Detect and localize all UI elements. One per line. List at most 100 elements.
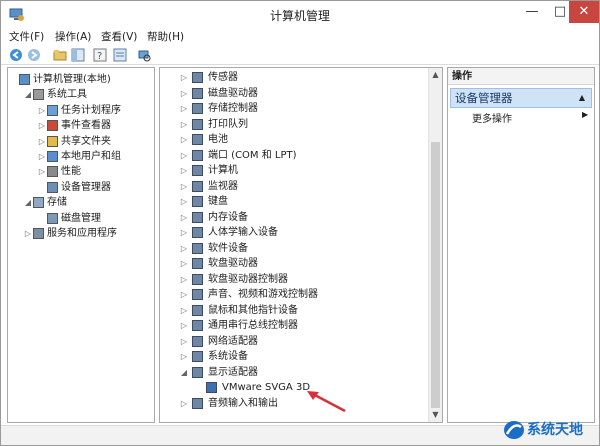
device-category[interactable]: ▷ 电池 [160, 132, 426, 147]
expand-icon[interactable]: ▷ [38, 118, 46, 133]
nav-tree-item[interactable]: ◢ 存储 [8, 195, 154, 210]
expand-icon[interactable]: ▷ [38, 134, 46, 149]
nav-tree-item[interactable]: 磁盘管理 [8, 211, 154, 226]
device-label: 磁盘驱动器 [208, 87, 258, 99]
device-category[interactable]: ▷ 软盘驱动器 [160, 256, 426, 271]
expand-icon[interactable]: ▷ [180, 272, 188, 287]
device-tree: ▲ ▼ ▷ 传感器 ▷ 磁盘驱动器 ▷ 存储控制器 ▷ 打印队列 ▷ 电池 ▷ 端口 (COM 和 L… [159, 67, 443, 423]
device-category[interactable]: ▷ 软件设备 [160, 241, 426, 256]
nav-tree-item-label: 共享文件夹 [61, 135, 111, 147]
usb-icon [192, 320, 203, 331]
menu-action[interactable]: 操作(A) [55, 29, 91, 44]
nav-tree-item[interactable]: ▷ 任务计划程序 [8, 103, 154, 118]
expand-icon[interactable]: ▷ [38, 149, 46, 164]
more-actions[interactable]: 更多操作 [472, 110, 512, 125]
nav-tree-item[interactable]: 设备管理器 [8, 180, 154, 195]
storage-icon [33, 197, 44, 209]
device-category[interactable]: ▷ 存储控制器 [160, 101, 426, 116]
close-button[interactable]: ✕ [569, 1, 599, 23]
menu-file[interactable]: 文件(F) [9, 29, 44, 44]
properties-icon[interactable] [113, 48, 127, 62]
expand-icon[interactable]: ▷ [180, 210, 188, 225]
device-category[interactable]: ▷ 人体学输入设备 [160, 225, 426, 240]
nav-tree-item[interactable]: ▷ 本地用户和组 [8, 149, 154, 164]
scroll-down-icon[interactable]: ▼ [429, 408, 442, 421]
expand-icon[interactable]: ▷ [180, 303, 188, 318]
expand-icon[interactable]: ▷ [180, 70, 188, 85]
expand-icon[interactable]: ▷ [180, 396, 188, 411]
device-label: 音频输入和输出 [208, 397, 278, 409]
expand-icon[interactable]: ▷ [180, 163, 188, 178]
nav-tree-item-label: 事件查看器 [61, 120, 111, 132]
device-category[interactable]: ▷ 磁盘驱动器 [160, 86, 426, 101]
device-category[interactable]: ▷ 计算机 [160, 163, 426, 178]
expand-icon[interactable]: ▷ [38, 103, 46, 118]
scan-hardware-icon[interactable] [137, 48, 151, 62]
menu-help[interactable]: 帮助(H) [147, 29, 184, 44]
expand-icon[interactable]: ▷ [180, 287, 188, 302]
collapse-icon[interactable]: ◢ [180, 365, 188, 380]
expand-icon[interactable]: ▷ [180, 241, 188, 256]
device-category[interactable]: ▷ 通用串行总线控制器 [160, 318, 426, 333]
up-folder-icon[interactable] [53, 48, 67, 62]
device-category[interactable]: ▷ 软盘驱动器控制器 [160, 272, 426, 287]
sensor-icon [192, 72, 203, 83]
nav-tree-item[interactable]: ▷ 服务和应用程序 [8, 226, 154, 241]
nav-tree-item[interactable]: ◢ 系统工具 [8, 87, 154, 102]
expand-icon[interactable]: ▷ [180, 179, 188, 194]
scrollbar-thumb[interactable] [431, 142, 440, 408]
expand-icon[interactable]: ▷ [180, 194, 188, 209]
expand-icon[interactable]: ▷ [180, 132, 188, 147]
computer-management-window: 计算机管理 — □ ✕ 文件(F) 操作(A) 查看(V) 帮助(H) ? 计算… [0, 0, 600, 446]
nav-tree-item-label: 任务计划程序 [61, 104, 121, 116]
scroll-up-icon[interactable]: ▲ [429, 68, 442, 81]
collapse-up-icon[interactable]: ▲ [579, 89, 585, 107]
expand-icon[interactable]: ▷ [180, 349, 188, 364]
device-category[interactable]: ▷ 网络适配器 [160, 334, 426, 349]
menu-view[interactable]: 查看(V) [101, 29, 137, 44]
print-queue-icon [192, 118, 203, 130]
help-icon[interactable]: ? [93, 48, 107, 62]
nav-tree-item[interactable]: ▷ 共享文件夹 [8, 134, 154, 149]
device-category[interactable]: ▷ 音频输入和输出 [160, 396, 426, 411]
nav-tree-item[interactable]: ▷ 性能 [8, 164, 154, 179]
nav-tree-item-label: 磁盘管理 [61, 212, 101, 224]
expand-icon[interactable]: ▷ [180, 225, 188, 240]
audio-io-icon [192, 397, 203, 409]
vertical-scrollbar[interactable]: ▲ ▼ [428, 68, 442, 422]
expand-icon[interactable]: ▷ [180, 256, 188, 271]
collapse-icon[interactable]: ◢ [24, 87, 32, 102]
device-category[interactable]: ▷ 系统设备 [160, 349, 426, 364]
expand-icon[interactable]: ▷ [38, 164, 46, 179]
expand-icon[interactable]: ▷ [180, 101, 188, 116]
device-category[interactable]: ▷ 传感器 [160, 70, 426, 85]
collapse-icon[interactable]: ◢ [24, 195, 32, 210]
device-category[interactable]: ▷ 打印队列 [160, 117, 426, 132]
svg-text:?: ? [97, 51, 102, 62]
nav-tree-item[interactable]: 计算机管理(本地) [8, 72, 154, 87]
device-category[interactable]: ▷ 内存设备 [160, 210, 426, 225]
device-label: 端口 (COM 和 LPT) [208, 149, 297, 161]
show-hide-tree-icon[interactable] [71, 48, 85, 62]
forward-icon[interactable] [27, 48, 41, 62]
network-adapter-icon [192, 335, 203, 347]
expand-icon[interactable]: ▷ [180, 117, 188, 132]
expand-icon[interactable]: ▷ [180, 86, 188, 101]
device-category[interactable]: ▷ 端口 (COM 和 LPT) [160, 148, 426, 163]
back-icon[interactable] [9, 48, 23, 62]
minimize-button[interactable]: — [517, 1, 547, 23]
expand-icon[interactable]: ▷ [180, 334, 188, 349]
expand-icon[interactable]: ▷ [180, 148, 188, 163]
device-category[interactable]: ▷ 监视器 [160, 179, 426, 194]
device-category[interactable]: ▷ 鼠标和其他指针设备 [160, 303, 426, 318]
system-device-icon [192, 351, 203, 362]
device-category[interactable]: ◢ 显示适配器 [160, 365, 426, 380]
actions-section-device-manager[interactable]: 设备管理器 ▲ [450, 88, 592, 108]
expand-icon[interactable]: ▷ [24, 226, 32, 241]
nav-tree-item[interactable]: ▷ 事件查看器 [8, 118, 154, 133]
submenu-arrow-icon[interactable]: ▶ [582, 110, 588, 119]
device-category[interactable]: ▷ 键盘 [160, 194, 426, 209]
expand-icon[interactable]: ▷ [180, 318, 188, 333]
device-category[interactable]: ▷ 声音、视频和游戏控制器 [160, 287, 426, 302]
device-item[interactable]: VMware SVGA 3D [160, 380, 426, 395]
